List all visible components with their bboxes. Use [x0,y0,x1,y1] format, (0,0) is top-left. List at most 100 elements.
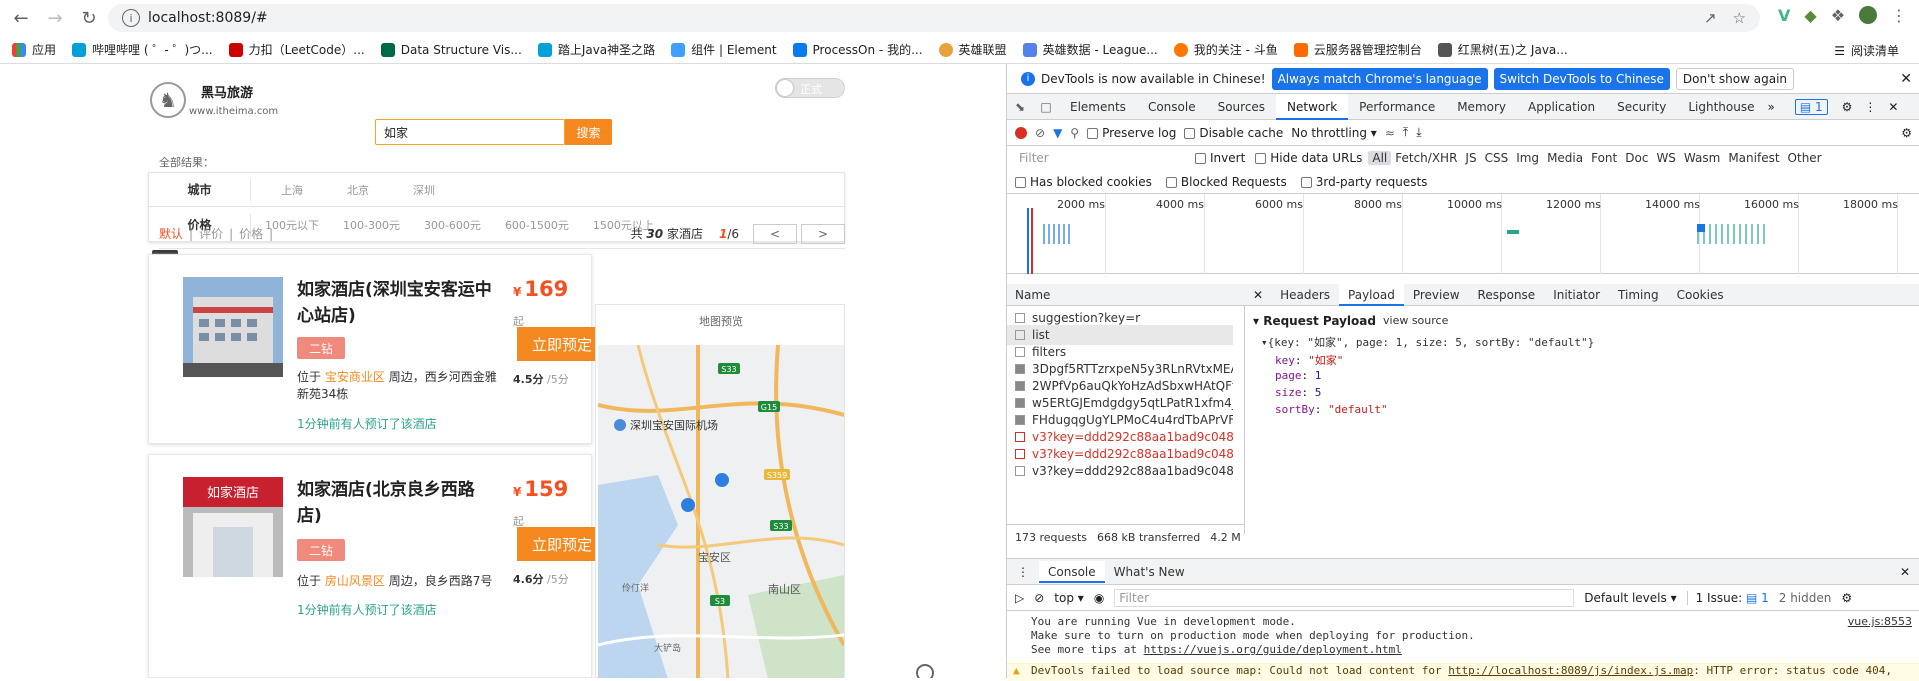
bookmark-star-icon[interactable]: ☆ [1733,9,1746,27]
request-row[interactable]: v3?key=ddd292c88aa1bad9c04891 [1007,461,1233,481]
type-filter[interactable]: Doc [1621,151,1652,165]
blocked-requests-checkbox[interactable]: Blocked Requests [1165,175,1287,189]
vue-devtools-icon[interactable]: V [1778,6,1790,25]
book-now-button[interactable]: 立即预定 [517,327,607,361]
type-filter[interactable]: Manifest [1724,151,1783,165]
payload-title[interactable]: ▾ Request Payload [1253,314,1376,328]
book-now-button[interactable]: 立即预定 [517,527,607,561]
bookmark-ds-vis[interactable]: Data Structure Vis... [380,42,522,57]
tab-timing[interactable]: Timing [1609,284,1668,306]
tab-whats-new[interactable]: What's New [1105,561,1194,583]
address-bar[interactable]: i localhost:8089/# ↗ ☆ [108,4,1760,32]
city-option[interactable]: 上海 [281,182,303,198]
wifi-icon[interactable]: ≈ [1385,126,1395,140]
bookmark-processon[interactable]: ProcessOn - 我的... [792,41,923,58]
device-toggle-icon[interactable]: □ [1033,100,1059,114]
disable-cache-checkbox[interactable]: Disable cache [1184,126,1283,140]
type-filter[interactable]: Font [1587,151,1621,165]
bookmark-lol[interactable]: 英雄联盟 [938,41,1007,58]
type-filter[interactable]: Fetch/XHR [1391,151,1461,165]
context-select[interactable]: top ▾ [1054,591,1084,605]
hide-data-urls-checkbox[interactable]: Hide data URLs [1255,151,1362,165]
menu-icon[interactable]: ⋮ [1891,6,1907,25]
download-icon[interactable]: ⤓ [1416,125,1421,140]
bookmark-bilibili[interactable]: 哔哩哔哩 ( ゜- ゜)つ... [72,41,213,58]
search-button[interactable]: 搜索 [565,119,612,145]
locate-icon[interactable] [916,664,934,678]
tab-performance[interactable]: Performance [1348,94,1446,120]
network-filter-input[interactable]: Filter [1015,149,1185,167]
type-filter[interactable]: CSS [1481,151,1513,165]
reading-list[interactable]: ☰ 阅读清单 [1834,42,1899,59]
console-link[interactable]: https://vuejs.org/guide/deployment.html [1144,643,1402,656]
extensions-puzzle-icon[interactable]: ❖ [1831,6,1845,25]
more-tabs-icon[interactable]: » [1768,100,1775,114]
sort-price[interactable]: 价格 [239,225,263,242]
upload-icon[interactable]: ⤒ [1403,125,1408,140]
console-filter-input[interactable]: Filter [1114,588,1575,607]
filter-icon[interactable]: ▼ [1053,126,1062,140]
back-icon[interactable]: ← [4,3,38,33]
search-icon[interactable]: ⚲ [1070,126,1079,140]
drawer-menu-icon[interactable]: ⋮ [1017,565,1029,579]
tab-application[interactable]: Application [1517,94,1606,120]
type-filter[interactable]: WS [1652,151,1679,165]
issues-badge[interactable]: ▤ 1 [1794,98,1828,115]
inspect-icon[interactable]: ⬊ [1007,100,1033,114]
prev-page-button[interactable]: < [753,223,797,244]
close-icon[interactable]: ✕ [1900,71,1912,87]
map-pin-icon[interactable] [681,498,695,512]
console-settings-icon[interactable]: ⚙ [1841,591,1852,605]
extension-icon[interactable]: ◆ [1804,6,1816,25]
levels-select[interactable]: Default levels ▾ [1584,591,1676,605]
record-icon[interactable] [1015,126,1027,139]
name-column-header[interactable]: Name [1007,284,1245,306]
tab-elements[interactable]: Elements [1059,94,1137,120]
tab-payload[interactable]: Payload [1339,283,1404,306]
type-filter[interactable]: Other [1784,151,1826,165]
payload-entry[interactable]: sortBy: "default" [1275,403,1388,416]
preserve-log-checkbox[interactable]: Preserve log [1087,126,1176,140]
switch-chinese-button[interactable]: Switch DevTools to Chinese [1493,67,1670,90]
next-page-button[interactable]: > [801,223,845,244]
sidebar-toggle-icon[interactable]: ▷ [1015,591,1024,605]
view-source-link[interactable]: view source [1383,314,1448,327]
tab-memory[interactable]: Memory [1446,94,1517,120]
reload-icon[interactable]: ↻ [72,3,106,33]
env-toggle[interactable]: 正式 [775,78,845,98]
type-filter[interactable]: JS [1461,151,1480,165]
tab-cookies[interactable]: Cookies [1668,284,1733,306]
type-filter[interactable]: All [1368,151,1392,165]
tab-security[interactable]: Security [1606,94,1677,120]
network-settings-icon[interactable]: ⚙ [1901,126,1912,140]
tab-lighthouse[interactable]: Lighthouse [1677,94,1765,120]
clear-icon[interactable]: ⊘ [1035,126,1045,140]
search-input[interactable]: 如家 [375,119,565,145]
tab-console-drawer[interactable]: Console [1039,560,1105,583]
bookmark-leetcode[interactable]: 力扣（LeetCode）... [228,41,365,58]
tab-initiator[interactable]: Initiator [1544,284,1609,306]
tab-response[interactable]: Response [1469,284,1545,306]
sort-rating[interactable]: 评价 [199,225,223,242]
map-pin-icon[interactable] [715,473,729,487]
kebab-icon[interactable]: ⋮ [1864,100,1876,114]
hotel-image[interactable] [183,277,283,377]
payload-summary[interactable]: ▾{key: "如家", page: 1, size: 5, sortBy: "… [1261,334,1594,350]
site-info-icon[interactable]: i [122,9,140,27]
payload-entry[interactable]: page: 1 [1275,369,1321,382]
bookmark-java[interactable]: 踏上Java神圣之路 [537,41,655,58]
type-filter[interactable]: Wasm [1680,151,1724,165]
sort-default[interactable]: 默认 [159,225,183,242]
tab-headers[interactable]: Headers [1271,284,1339,306]
bookmark-element[interactable]: 组件 | Element [671,41,777,58]
warning-link[interactable]: http://localhost:8089/js/index.js.map [1448,664,1693,677]
map-canvas[interactable]: S33 G15 S359 S33 S3 深圳宝安国际机场 宝安区 南山区 伶仃洋… [598,345,844,678]
payload-entry[interactable]: size: 5 [1275,386,1321,399]
profile-avatar[interactable] [1859,6,1878,24]
close-devtools-icon[interactable]: ✕ [1888,100,1898,114]
bookmark-douyu[interactable]: 我的关注 - 斗鱼 [1173,41,1278,58]
bookmark-league[interactable]: 英雄数据 - League... [1022,41,1158,58]
match-language-button[interactable]: Always match Chrome's language [1271,67,1488,90]
clear-console-icon[interactable]: ⊘ [1034,591,1044,605]
invert-checkbox[interactable]: Invert [1195,151,1245,165]
